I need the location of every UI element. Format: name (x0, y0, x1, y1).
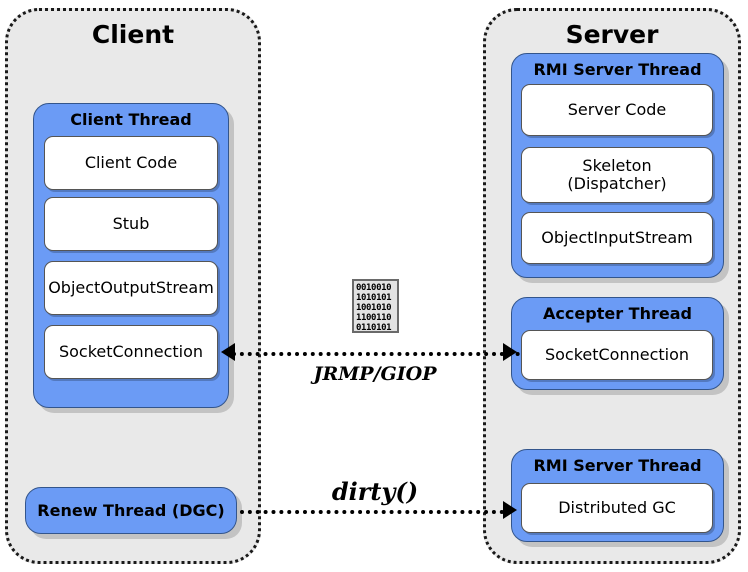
dirty-label: dirty() (331, 477, 419, 506)
client-slot-stub: Stub (44, 197, 218, 251)
accepter-thread-title: Accepter Thread (543, 304, 692, 323)
client-slot-socket-connection: SocketConnection (44, 325, 218, 379)
client-zone-title: Client (91, 20, 175, 49)
server-slot-server-code: Server Code (521, 84, 713, 136)
client-slot-label: ObjectOutputStream (48, 278, 214, 298)
dgc-server-thread-title: RMI Server Thread (533, 456, 702, 475)
binary-row: 1010101 (356, 293, 392, 303)
server-slot-label: Server Code (567, 100, 667, 120)
jrmp-giop-arrowhead-left (221, 343, 235, 361)
dgc-slot-label: Distributed GC (558, 498, 676, 518)
server-zone-title: Server (565, 20, 659, 49)
accepter-slot-label: SocketConnection (544, 345, 690, 365)
client-slot-label: Client Code (84, 153, 178, 173)
binary-data-icon: 0010010 1010101 1001010 1100110 0110101 (352, 279, 399, 333)
jrmp-giop-connector-line (232, 352, 520, 356)
renew-thread-dgc-box: Renew Thread (DGC) (25, 487, 237, 534)
jrmp-giop-arrowhead-right (503, 343, 517, 361)
jrmp-giop-label: JRMP/GIOP (313, 363, 437, 385)
server-slot-object-input-stream: ObjectInputStream (521, 212, 713, 264)
binary-row: 0110101 (356, 323, 392, 333)
server-slot-label: Skeleton (Dispatcher) (567, 156, 667, 193)
diagram-canvas: Client Client Thread Client Code Stub Ob… (0, 0, 748, 572)
server-slot-label: ObjectInputStream (541, 228, 693, 248)
dirty-connector-line (240, 510, 512, 514)
dgc-slot-distributed-gc: Distributed GC (521, 483, 713, 533)
client-slot-client-code: Client Code (44, 136, 218, 190)
accepter-slot-socket-connection: SocketConnection (521, 330, 713, 380)
client-slot-label: Stub (112, 214, 150, 234)
client-thread-title: Client Thread (70, 110, 192, 129)
dirty-arrowhead-right (503, 501, 517, 519)
client-slot-object-output-stream: ObjectOutputStream (44, 261, 218, 315)
client-slot-label: SocketConnection (58, 342, 204, 362)
binary-row: 0010010 (356, 283, 392, 293)
binary-row: 1001010 (356, 303, 392, 313)
renew-thread-dgc-label: Renew Thread (DGC) (37, 501, 225, 520)
rmi-server-thread-title: RMI Server Thread (533, 60, 702, 79)
binary-row: 1100110 (356, 313, 392, 323)
server-slot-skeleton-dispatcher: Skeleton (Dispatcher) (521, 147, 713, 203)
